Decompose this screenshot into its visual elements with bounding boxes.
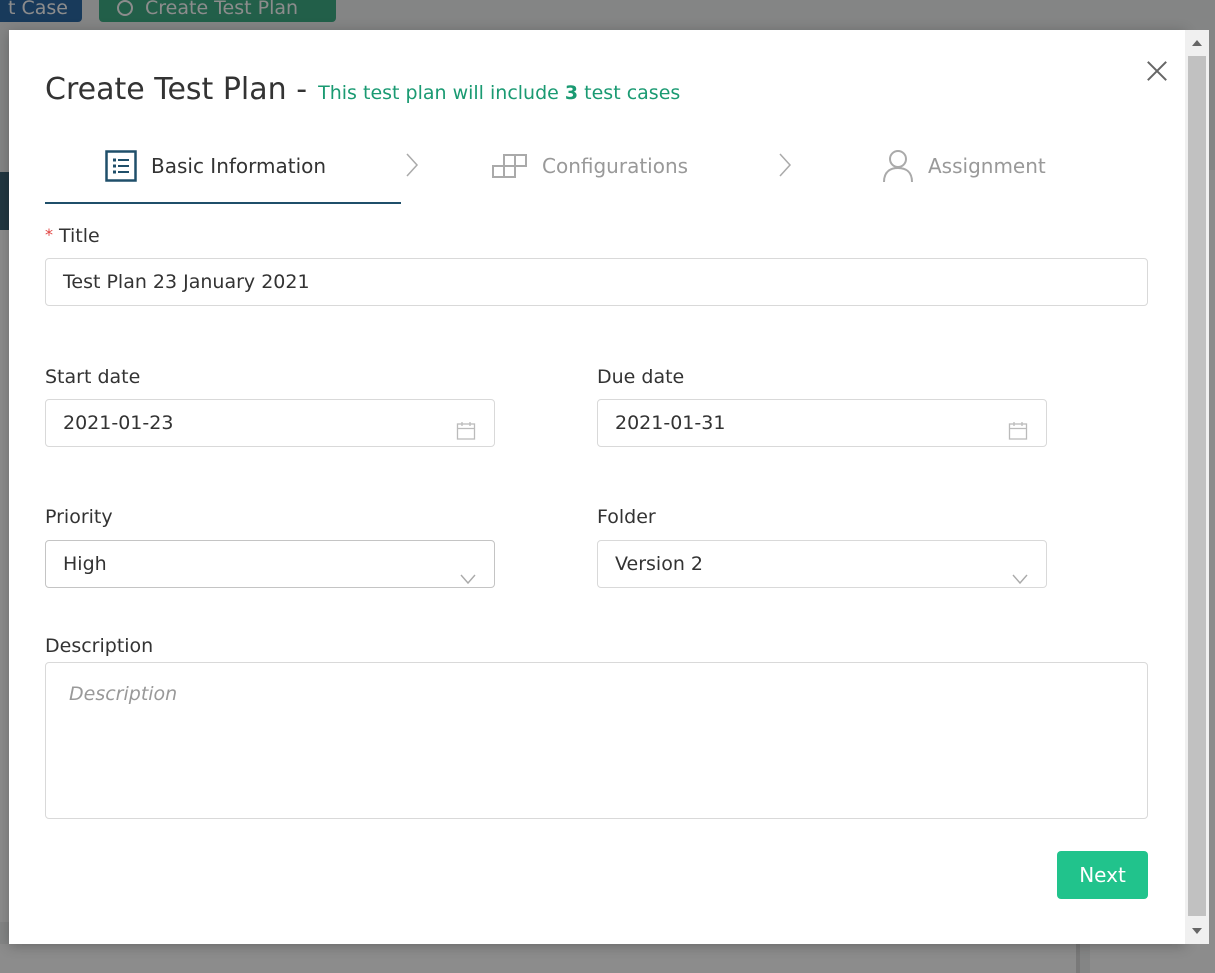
step-basic-information[interactable]: Basic Information bbox=[105, 148, 326, 184]
blocks-icon bbox=[492, 153, 528, 179]
step-configurations[interactable]: Configurations bbox=[492, 148, 688, 184]
modal-subtitle: This test plan will include 3 test cases bbox=[318, 82, 681, 104]
due-date-value: 2021-01-31 bbox=[615, 412, 726, 434]
modal-title: Create Test Plan - This test plan will i… bbox=[45, 72, 680, 107]
description-placeholder: Description bbox=[69, 683, 178, 705]
calendar-icon[interactable] bbox=[456, 412, 476, 458]
step-label: Configurations bbox=[542, 154, 689, 178]
due-date-label: Due date bbox=[597, 366, 685, 388]
start-date-label: Start date bbox=[45, 366, 141, 388]
next-button[interactable]: Next bbox=[1057, 851, 1148, 899]
title-input[interactable]: Test Plan 23 January 2021 bbox=[45, 258, 1148, 306]
start-date-value: 2021-01-23 bbox=[63, 412, 174, 434]
chevron-right-icon bbox=[777, 152, 793, 182]
modal-title-text: Create Test Plan - bbox=[45, 72, 308, 107]
title-label: * Title bbox=[45, 225, 100, 247]
priority-label: Priority bbox=[45, 506, 113, 528]
folder-select[interactable]: Version 2 bbox=[597, 540, 1047, 588]
scroll-up-arrow-icon[interactable] bbox=[1192, 40, 1202, 46]
scrollbar-thumb[interactable] bbox=[1188, 56, 1206, 916]
list-icon bbox=[105, 150, 137, 182]
scroll-down-arrow-icon[interactable] bbox=[1192, 928, 1202, 934]
chevron-down-icon bbox=[1012, 556, 1028, 602]
priority-select[interactable]: High bbox=[45, 540, 495, 588]
modal-scrollbar[interactable] bbox=[1185, 30, 1209, 944]
description-textarea[interactable]: Description bbox=[45, 662, 1148, 819]
active-step-underline bbox=[45, 202, 401, 204]
required-mark: * bbox=[45, 225, 53, 244]
step-label: Assignment bbox=[928, 154, 1046, 178]
due-date-picker[interactable]: 2021-01-31 bbox=[597, 399, 1047, 447]
user-icon bbox=[882, 149, 914, 183]
calendar-icon[interactable] bbox=[1008, 412, 1028, 458]
chevron-right-icon bbox=[404, 152, 420, 182]
step-assignment[interactable]: Assignment bbox=[882, 148, 1046, 184]
description-label: Description bbox=[45, 635, 154, 657]
start-date-picker[interactable]: 2021-01-23 bbox=[45, 399, 495, 447]
step-label: Basic Information bbox=[151, 154, 327, 178]
close-icon[interactable] bbox=[1146, 60, 1168, 82]
chevron-down-icon bbox=[460, 556, 476, 602]
priority-value: High bbox=[63, 553, 107, 575]
test-case-count: 3 bbox=[564, 82, 579, 104]
folder-value: Version 2 bbox=[615, 553, 703, 575]
folder-label: Folder bbox=[597, 506, 656, 528]
